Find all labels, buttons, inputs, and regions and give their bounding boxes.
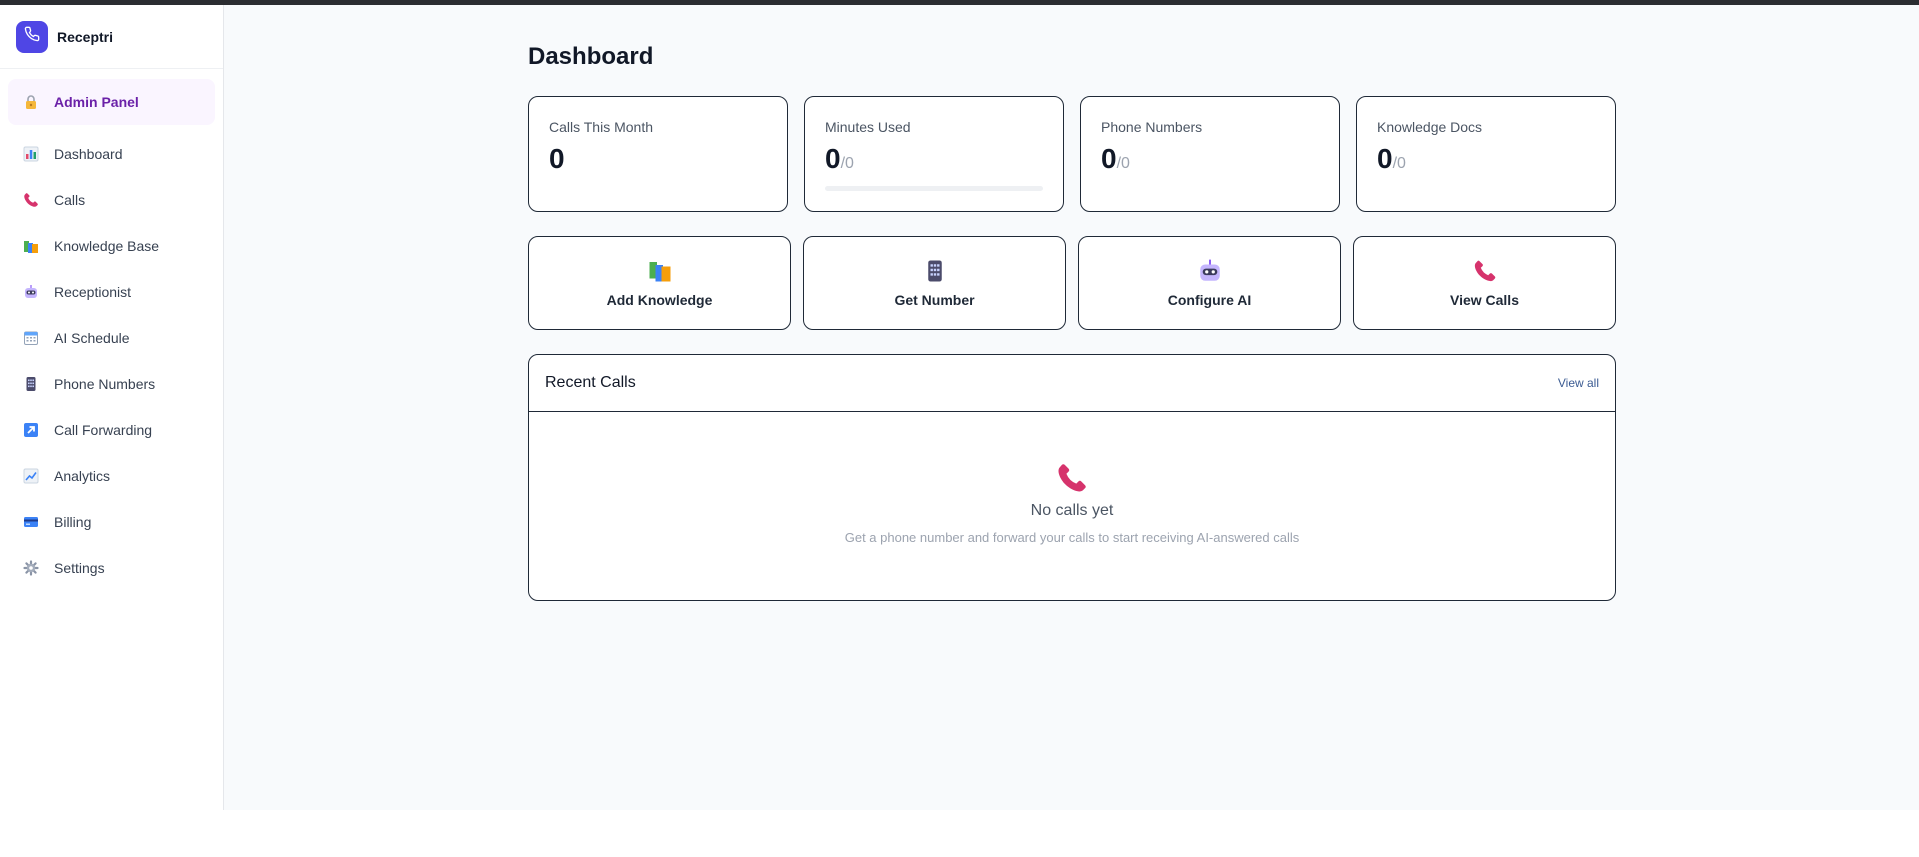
phone-icon — [1472, 258, 1498, 284]
robot-icon — [22, 283, 40, 301]
configure-ai-button[interactable]: Configure AI — [1078, 236, 1341, 330]
sidebar-item-label: Analytics — [54, 468, 111, 484]
stat-suffix: /0 — [1392, 155, 1406, 172]
lock-icon — [22, 93, 40, 111]
stat-card-calls-this-month: Calls This Month 0 — [528, 96, 788, 212]
action-label: Add Knowledge — [606, 292, 713, 308]
sidebar-item-call-forwarding[interactable]: Call Forwarding — [8, 407, 215, 453]
sidebar-nav: Admin Panel Dashboard Calls Knowledge Ba… — [0, 69, 223, 601]
stats-row: Calls This Month 0 Minutes Used 0/0 Phon… — [528, 96, 1616, 212]
sidebar-item-label: Calls — [54, 192, 86, 208]
phone-icon — [24, 26, 40, 47]
sidebar-item-label: Dashboard — [54, 146, 123, 162]
brand-name: Receptri — [57, 28, 114, 45]
view-calls-button[interactable]: View Calls — [1353, 236, 1616, 330]
sidebar-item-settings[interactable]: Settings — [8, 545, 215, 591]
books-icon — [22, 237, 40, 255]
trend-chart-icon — [22, 467, 40, 485]
sidebar-item-receptionist[interactable]: Receptionist — [8, 269, 215, 315]
credit-card-icon — [22, 513, 40, 531]
minutes-progress-bar — [825, 186, 1043, 191]
sidebar-item-billing[interactable]: Billing — [8, 499, 215, 545]
mobile-phone-icon — [922, 258, 948, 284]
stat-number: 0 — [1101, 143, 1117, 174]
main-area: Dashboard Calls This Month 0 Minutes Use… — [224, 5, 1919, 810]
brand-logo — [16, 20, 48, 53]
sidebar-item-label: Phone Numbers — [54, 376, 156, 392]
stat-card-knowledge-docs: Knowledge Docs 0/0 — [1356, 96, 1616, 212]
mobile-phone-icon — [22, 375, 40, 393]
stat-number: 0 — [549, 143, 565, 174]
sidebar-item-analytics[interactable]: Analytics — [8, 453, 215, 499]
view-all-link[interactable]: View all — [1558, 376, 1599, 390]
action-label: View Calls — [1449, 292, 1519, 308]
sidebar-item-label: Receptionist — [54, 284, 132, 300]
get-number-button[interactable]: Get Number — [803, 236, 1066, 330]
sidebar: Receptri Admin Panel Dashboard Calls Kno… — [0, 5, 224, 810]
stat-card-phone-numbers: Phone Numbers 0/0 — [1080, 96, 1340, 212]
phone-icon — [1056, 462, 1088, 494]
calendar-icon — [22, 329, 40, 347]
recent-calls-panel: Recent Calls View all No calls yet Get a… — [528, 354, 1616, 601]
stat-card-minutes-used: Minutes Used 0/0 — [804, 96, 1064, 212]
stat-label: Calls This Month — [549, 119, 654, 135]
sidebar-item-label: Call Forwarding — [54, 422, 153, 438]
stat-number: 0 — [825, 143, 841, 174]
stat-value: 0/0 — [1377, 143, 1595, 180]
recent-calls-title: Recent Calls — [545, 374, 636, 391]
empty-state-subtitle: Get a phone number and forward your call… — [844, 530, 1300, 545]
brand-header[interactable]: Receptri — [0, 5, 223, 69]
books-icon — [647, 258, 673, 284]
app-shell: Receptri Admin Panel Dashboard Calls Kno… — [0, 5, 1919, 810]
stat-value: 0/0 — [1101, 143, 1319, 180]
stat-suffix: /0 — [1116, 155, 1130, 172]
sidebar-item-label: Billing — [54, 514, 92, 530]
stat-suffix: /0 — [840, 155, 854, 172]
sidebar-item-ai-schedule[interactable]: AI Schedule — [8, 315, 215, 361]
gear-icon — [22, 559, 40, 577]
stat-label: Phone Numbers — [1101, 119, 1203, 135]
stat-number: 0 — [1377, 143, 1393, 174]
action-label: Get Number — [894, 292, 975, 308]
bar-chart-icon — [22, 145, 40, 163]
phone-icon — [22, 191, 40, 209]
empty-state-title: No calls yet — [1030, 502, 1114, 519]
sidebar-item-admin-panel[interactable]: Admin Panel — [8, 79, 215, 125]
sidebar-item-phone-numbers[interactable]: Phone Numbers — [8, 361, 215, 407]
sidebar-item-label: AI Schedule — [54, 330, 130, 346]
sidebar-item-label: Settings — [54, 560, 105, 576]
recent-calls-header: Recent Calls View all — [529, 355, 1615, 412]
sidebar-item-label: Admin Panel — [54, 94, 139, 110]
robot-icon — [1197, 258, 1223, 284]
dashboard-content: Dashboard Calls This Month 0 Minutes Use… — [528, 5, 1616, 601]
sidebar-item-calls[interactable]: Calls — [8, 177, 215, 223]
add-knowledge-button[interactable]: Add Knowledge — [528, 236, 791, 330]
page-title: Dashboard — [528, 43, 654, 70]
action-label: Configure AI — [1167, 292, 1252, 308]
stat-label: Knowledge Docs — [1377, 119, 1483, 135]
empty-state: No calls yet Get a phone number and forw… — [529, 412, 1615, 545]
sidebar-item-dashboard[interactable]: Dashboard — [8, 131, 215, 177]
stat-value: 0 — [549, 143, 767, 175]
stat-value: 0/0 — [825, 143, 1043, 180]
sidebar-item-label: Knowledge Base — [54, 238, 160, 254]
sidebar-item-knowledge-base[interactable]: Knowledge Base — [8, 223, 215, 269]
stat-label: Minutes Used — [825, 119, 911, 135]
quick-actions-row: Add Knowledge Get Number Configure AI Vi… — [528, 236, 1616, 330]
arrow-up-right-icon — [22, 421, 40, 439]
